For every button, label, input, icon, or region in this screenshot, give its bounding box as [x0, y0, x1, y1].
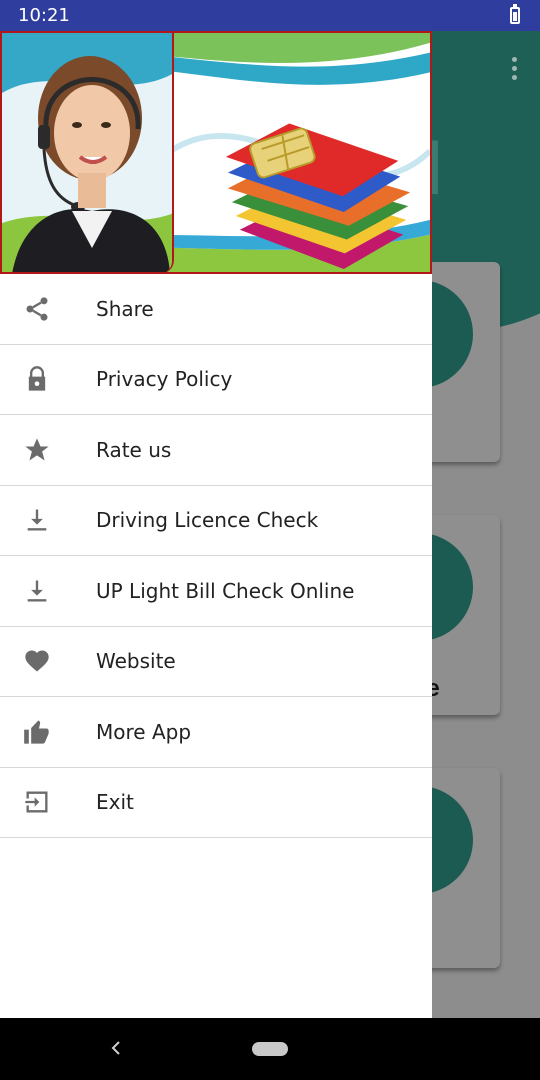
lock-icon	[23, 365, 51, 393]
menu-item-label: Exit	[96, 790, 134, 815]
drawer-menu: Share Privacy Policy Rate us Driving Lic…	[0, 274, 432, 838]
navigation-drawer: Share Privacy Policy Rate us Driving Lic…	[0, 31, 432, 1018]
menu-item-label: UP Light Bill Check Online	[96, 578, 355, 603]
heart-icon	[23, 647, 51, 675]
download-icon	[23, 577, 51, 605]
overflow-menu-icon[interactable]	[512, 57, 518, 81]
battery-icon	[510, 4, 520, 24]
menu-item-driving-licence-check[interactable]: Driving Licence Check	[0, 486, 432, 556]
menu-item-label: Website	[96, 649, 176, 674]
star-icon	[23, 436, 51, 464]
menu-item-website[interactable]: Website	[0, 627, 432, 697]
menu-item-label: Share	[96, 296, 154, 321]
download-icon	[23, 506, 51, 534]
menu-item-more-app[interactable]: More App	[0, 697, 432, 768]
status-bar: 10:21	[0, 0, 540, 31]
menu-item-share[interactable]: Share	[0, 274, 432, 345]
menu-item-label: Privacy Policy	[96, 367, 233, 392]
menu-item-rate-us[interactable]: Rate us	[0, 415, 432, 486]
drawer-header-banner	[0, 31, 432, 274]
menu-item-label: Driving Licence Check	[96, 508, 319, 533]
status-time: 10:21	[18, 5, 70, 26]
menu-item-up-light-bill-check[interactable]: UP Light Bill Check Online	[0, 556, 432, 627]
system-nav-bar	[0, 1018, 540, 1080]
thumbs-up-icon	[23, 718, 51, 746]
menu-item-label: More App	[96, 719, 192, 744]
home-pill-icon[interactable]	[252, 1042, 288, 1056]
exit-icon	[23, 788, 51, 816]
share-icon	[23, 295, 51, 323]
menu-item-privacy-policy[interactable]: Privacy Policy	[0, 345, 432, 415]
customer-care-agent-photo	[2, 33, 174, 272]
menu-item-label: Rate us	[96, 437, 172, 462]
back-icon[interactable]	[108, 1037, 124, 1059]
menu-item-exit[interactable]: Exit	[0, 768, 432, 838]
